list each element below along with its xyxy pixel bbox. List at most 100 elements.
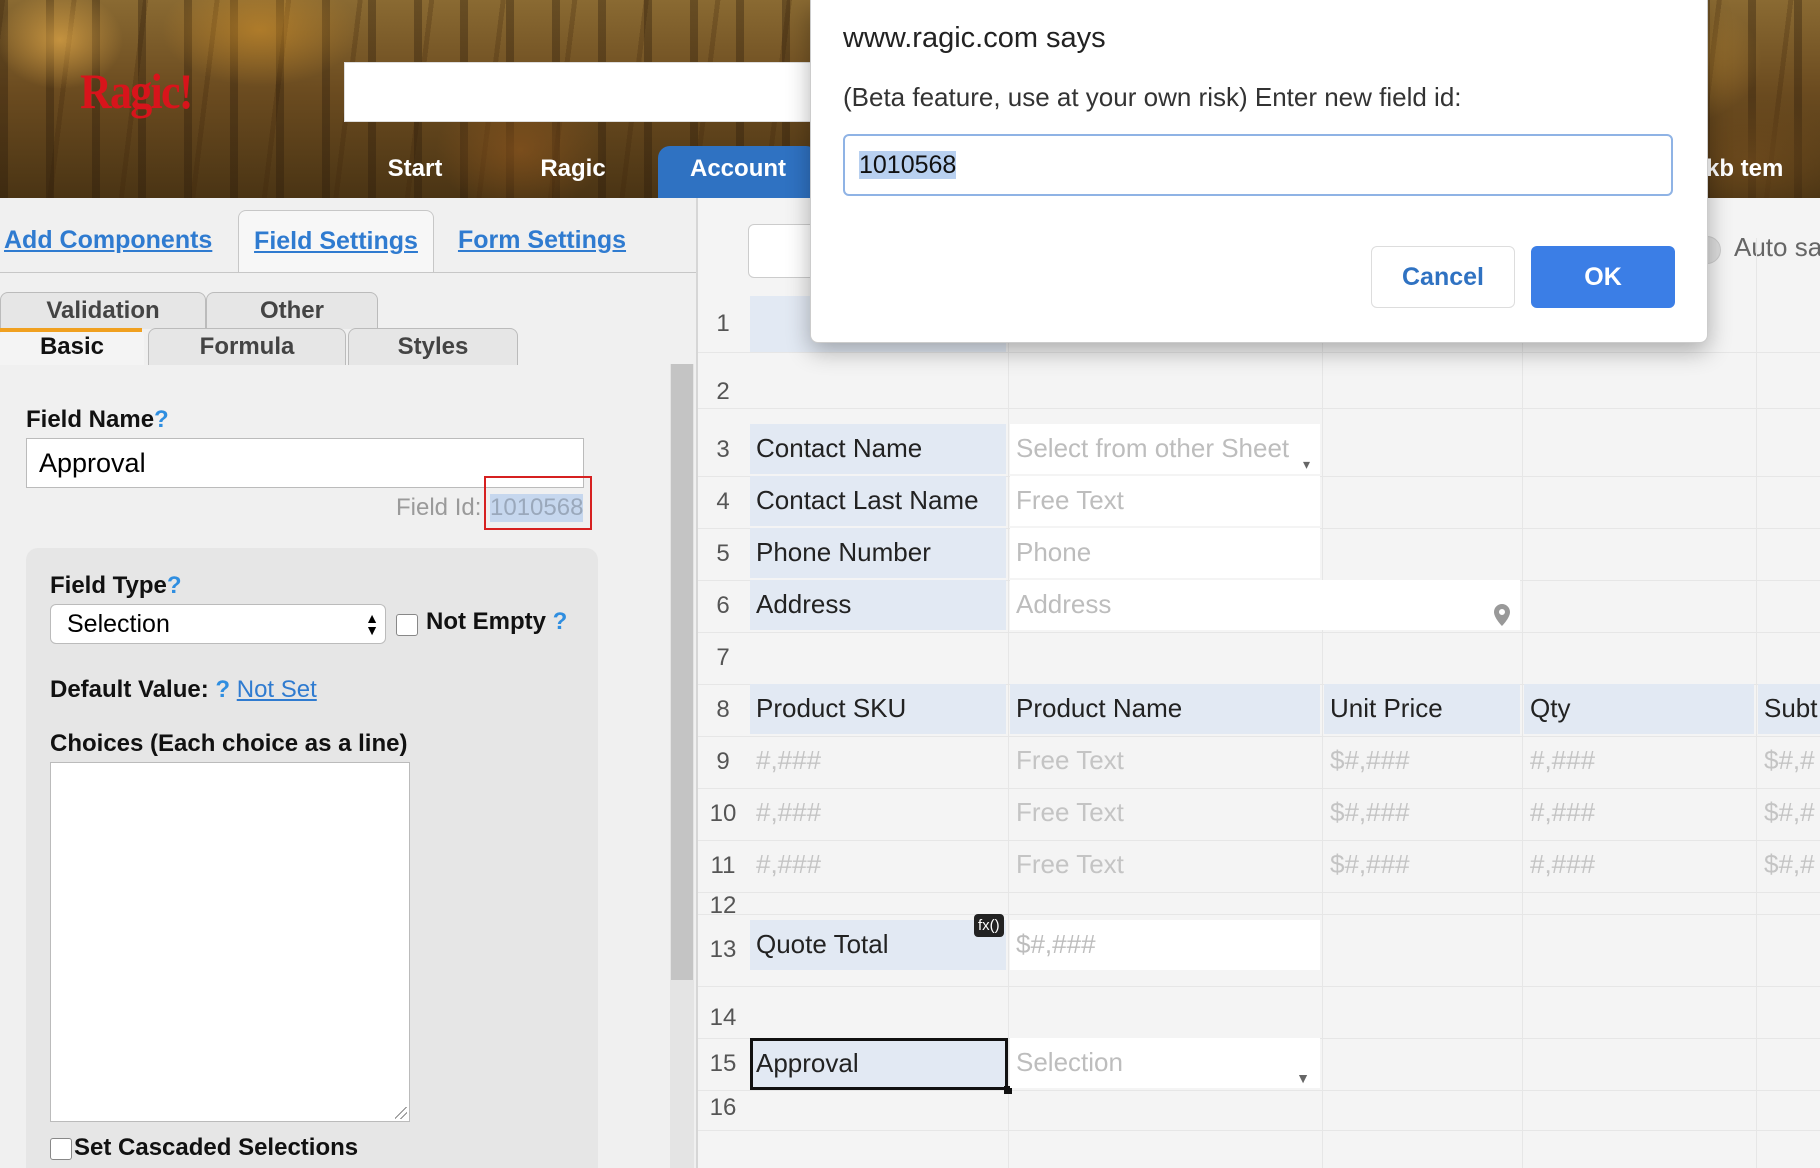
not-empty-label-text: Not Empty xyxy=(426,608,546,635)
row-number: 3 xyxy=(716,436,730,463)
cascaded-selections-checkbox[interactable] xyxy=(50,1138,72,1160)
column-header-subtotal[interactable]: Subt xyxy=(1758,684,1820,734)
table-cell[interactable]: #,### xyxy=(750,840,1006,890)
sheet-row: 6 Address Address xyxy=(698,580,1820,633)
help-icon[interactable]: ? xyxy=(167,572,182,599)
sheet-row: 5 Phone Number Phone xyxy=(698,528,1820,581)
row-number: 2 xyxy=(716,378,730,405)
approval-placeholder: Selection xyxy=(1016,1047,1123,1077)
field-label-address[interactable]: Address xyxy=(750,580,1006,630)
subtab-basic[interactable]: Basic xyxy=(0,328,144,365)
help-icon[interactable]: ? xyxy=(215,676,230,703)
table-cell[interactable]: $#,### xyxy=(1324,736,1520,786)
field-type-label-text: Field Type xyxy=(50,572,167,599)
field-label-phone-number[interactable]: Phone Number xyxy=(750,528,1006,578)
new-field-id-input[interactable]: 1010568 xyxy=(843,134,1673,196)
field-type-select[interactable]: Selection ▲ ▼ xyxy=(50,604,386,644)
column-header-unit-price[interactable]: Unit Price xyxy=(1324,684,1520,734)
field-id-label: Field Id: xyxy=(396,494,482,521)
table-cell[interactable]: #,### xyxy=(1524,736,1754,786)
nav-tab-kb-tem[interactable]: kb tem xyxy=(1706,146,1816,198)
tab-add-components[interactable]: Add Components xyxy=(4,210,214,272)
nav-tab-start[interactable]: Start xyxy=(370,146,460,198)
tab-field-settings[interactable]: Field Settings xyxy=(238,210,434,273)
field-name-label-text: Field Name xyxy=(26,406,155,433)
resize-grip-icon[interactable] xyxy=(395,1107,407,1119)
field-label-contact-last-name[interactable]: Contact Last Name xyxy=(750,476,1006,526)
ragic-logo[interactable]: Ragic! xyxy=(80,62,193,120)
field-input-contact-last-name[interactable]: Free Text xyxy=(1010,476,1320,526)
table-cell[interactable]: $#,# xyxy=(1758,840,1820,890)
subtab-formula[interactable]: Formula xyxy=(148,328,346,365)
row-number: 5 xyxy=(716,540,730,567)
row-number: 16 xyxy=(709,1094,737,1121)
field-name-label: Field Name? xyxy=(26,406,169,434)
subtab-validation[interactable]: Validation xyxy=(0,292,206,329)
default-value-link[interactable]: Not Set xyxy=(237,676,317,703)
sheet-row: 15 Approval Selection ▼ xyxy=(698,1038,1820,1094)
field-label-approval-selected[interactable]: Approval xyxy=(750,1038,1008,1090)
subtab-other[interactable]: Other xyxy=(206,292,378,329)
subtab-styles[interactable]: Styles xyxy=(348,328,518,365)
dropdown-arrow-icon: ▾ xyxy=(1302,456,1310,472)
column-header-product-name[interactable]: Product Name xyxy=(1010,684,1320,734)
cascaded-selections-label: Set Cascaded Selections xyxy=(74,1134,359,1161)
map-pin-icon xyxy=(1494,593,1510,630)
table-cell[interactable]: Free Text xyxy=(1010,736,1320,786)
contact-name-placeholder: Select from other Sheet xyxy=(1016,433,1290,463)
not-empty-checkbox[interactable] xyxy=(396,614,418,636)
not-empty-label: Not Empty ? xyxy=(426,608,567,636)
table-row: 9 #,### Free Text $#,### #,### $#,# xyxy=(698,736,1820,789)
autosave-label: Auto sa xyxy=(1734,232,1820,262)
form-design-sheet: Auto sa 1 2 3 Contact Name Select from o… xyxy=(698,198,1820,1168)
table-cell[interactable]: $#,### xyxy=(1324,840,1520,890)
search-input[interactable] xyxy=(344,62,826,122)
cancel-button[interactable]: Cancel xyxy=(1371,246,1515,308)
help-icon[interactable]: ? xyxy=(553,608,568,635)
table-cell[interactable]: $#,### xyxy=(1324,788,1520,838)
choices-textarea[interactable] xyxy=(50,762,410,1122)
row-number: 13 xyxy=(709,936,737,963)
tab-form-settings[interactable]: Form Settings xyxy=(456,210,628,272)
active-subtab-indicator xyxy=(0,328,142,332)
field-input-approval[interactable]: Selection ▼ xyxy=(1010,1038,1320,1088)
row-number: 4 xyxy=(716,488,730,515)
sheet-row: 13 Quote Total fx() $#,### xyxy=(698,914,1820,987)
row-number: 10 xyxy=(709,800,737,827)
sheet-row: 7 xyxy=(698,632,1820,685)
field-id-highlight-box xyxy=(484,476,592,530)
table-cell[interactable]: #,### xyxy=(750,736,1006,786)
select-arrows-icon: ▲ ▼ xyxy=(365,610,379,638)
row-number: 1 xyxy=(716,310,730,337)
table-cell[interactable]: Free Text xyxy=(1010,840,1320,890)
row-number: 15 xyxy=(709,1050,737,1077)
nav-tab-account[interactable]: Account xyxy=(658,146,818,198)
default-value-label: Default Value: xyxy=(50,676,209,703)
design-side-panel: Add Components Field Settings Form Setti… xyxy=(0,198,698,1168)
nav-tab-ragic[interactable]: Ragic xyxy=(528,146,618,198)
sheet-row: 8 Product SKU Product Name Unit Price Qt… xyxy=(698,684,1820,737)
formula-badge-icon[interactable]: fx() xyxy=(974,914,1004,937)
table-cell[interactable]: $#,# xyxy=(1758,736,1820,786)
table-cell[interactable]: $#,# xyxy=(1758,788,1820,838)
table-cell[interactable]: #,### xyxy=(1524,840,1754,890)
help-icon[interactable]: ? xyxy=(154,406,169,433)
field-label-contact-name[interactable]: Contact Name xyxy=(750,424,1006,474)
table-cell[interactable]: #,### xyxy=(750,788,1006,838)
field-input-contact-name[interactable]: Select from other Sheet ▾ xyxy=(1010,424,1320,474)
panel-scrollbar-thumb[interactable] xyxy=(671,364,693,980)
field-input-quote-total[interactable]: $#,### xyxy=(1010,920,1320,970)
table-cell[interactable]: Free Text xyxy=(1010,788,1320,838)
field-input-address[interactable]: Address xyxy=(1010,580,1520,630)
table-cell[interactable]: #,### xyxy=(1524,788,1754,838)
dropdown-arrow-icon: ▼ xyxy=(1296,1070,1310,1086)
prompt-dialog: www.ragic.com says (Beta feature, use at… xyxy=(810,0,1708,343)
field-input-phone[interactable]: Phone xyxy=(1010,528,1320,578)
column-header-qty[interactable]: Qty xyxy=(1524,684,1754,734)
ok-button[interactable]: OK xyxy=(1531,246,1675,308)
row-number: 9 xyxy=(716,748,730,775)
table-row: 10 #,### Free Text $#,### #,### $#,# xyxy=(698,788,1820,841)
table-row: 11 #,### Free Text $#,### #,### $#,# xyxy=(698,840,1820,893)
column-header-product-sku[interactable]: Product SKU xyxy=(750,684,1006,734)
field-label-quote-total[interactable]: Quote Total xyxy=(750,920,1006,970)
